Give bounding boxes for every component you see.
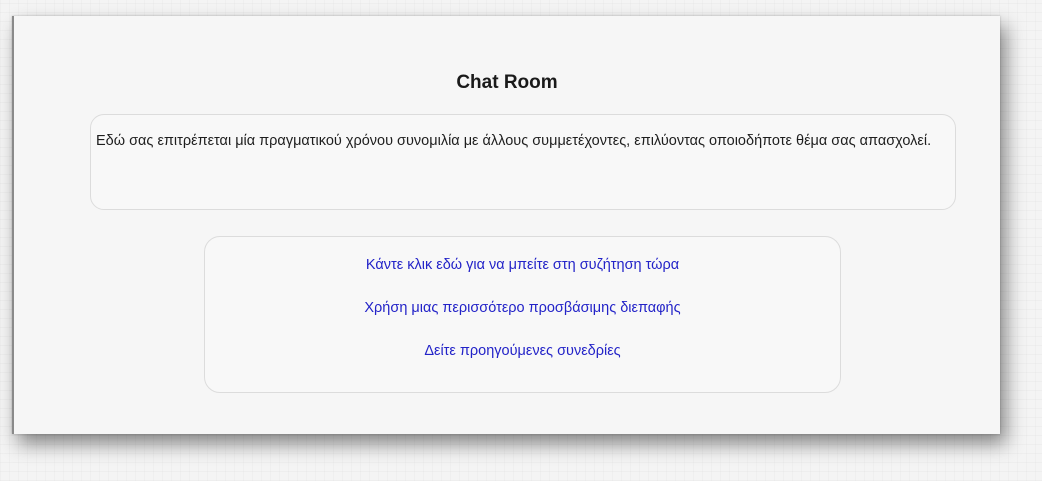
intro-box: [90, 114, 956, 210]
page-title: Chat Room: [456, 72, 558, 93]
screenshot-stage: Chat Room Εδώ σας επιτρέπεται μία πραγμα…: [0, 0, 1042, 481]
intro-text: Εδώ σας επιτρέπεται μία πραγματικού χρόν…: [96, 133, 932, 149]
links-list: Κάντε κλικ εδώ για να μπείτε στη συζήτησ…: [204, 256, 841, 385]
accessible-interface-link[interactable]: Χρήση μιας περισσότερο προσβάσιμης διεπα…: [204, 299, 841, 317]
past-sessions-link[interactable]: Δείτε προηγούμενες συνεδρίες: [204, 342, 841, 360]
chat-room-panel: Chat Room Εδώ σας επιτρέπεται μία πραγμα…: [12, 16, 1000, 434]
enter-chat-link[interactable]: Κάντε κλικ εδώ για να μπείτε στη συζήτησ…: [204, 256, 841, 274]
